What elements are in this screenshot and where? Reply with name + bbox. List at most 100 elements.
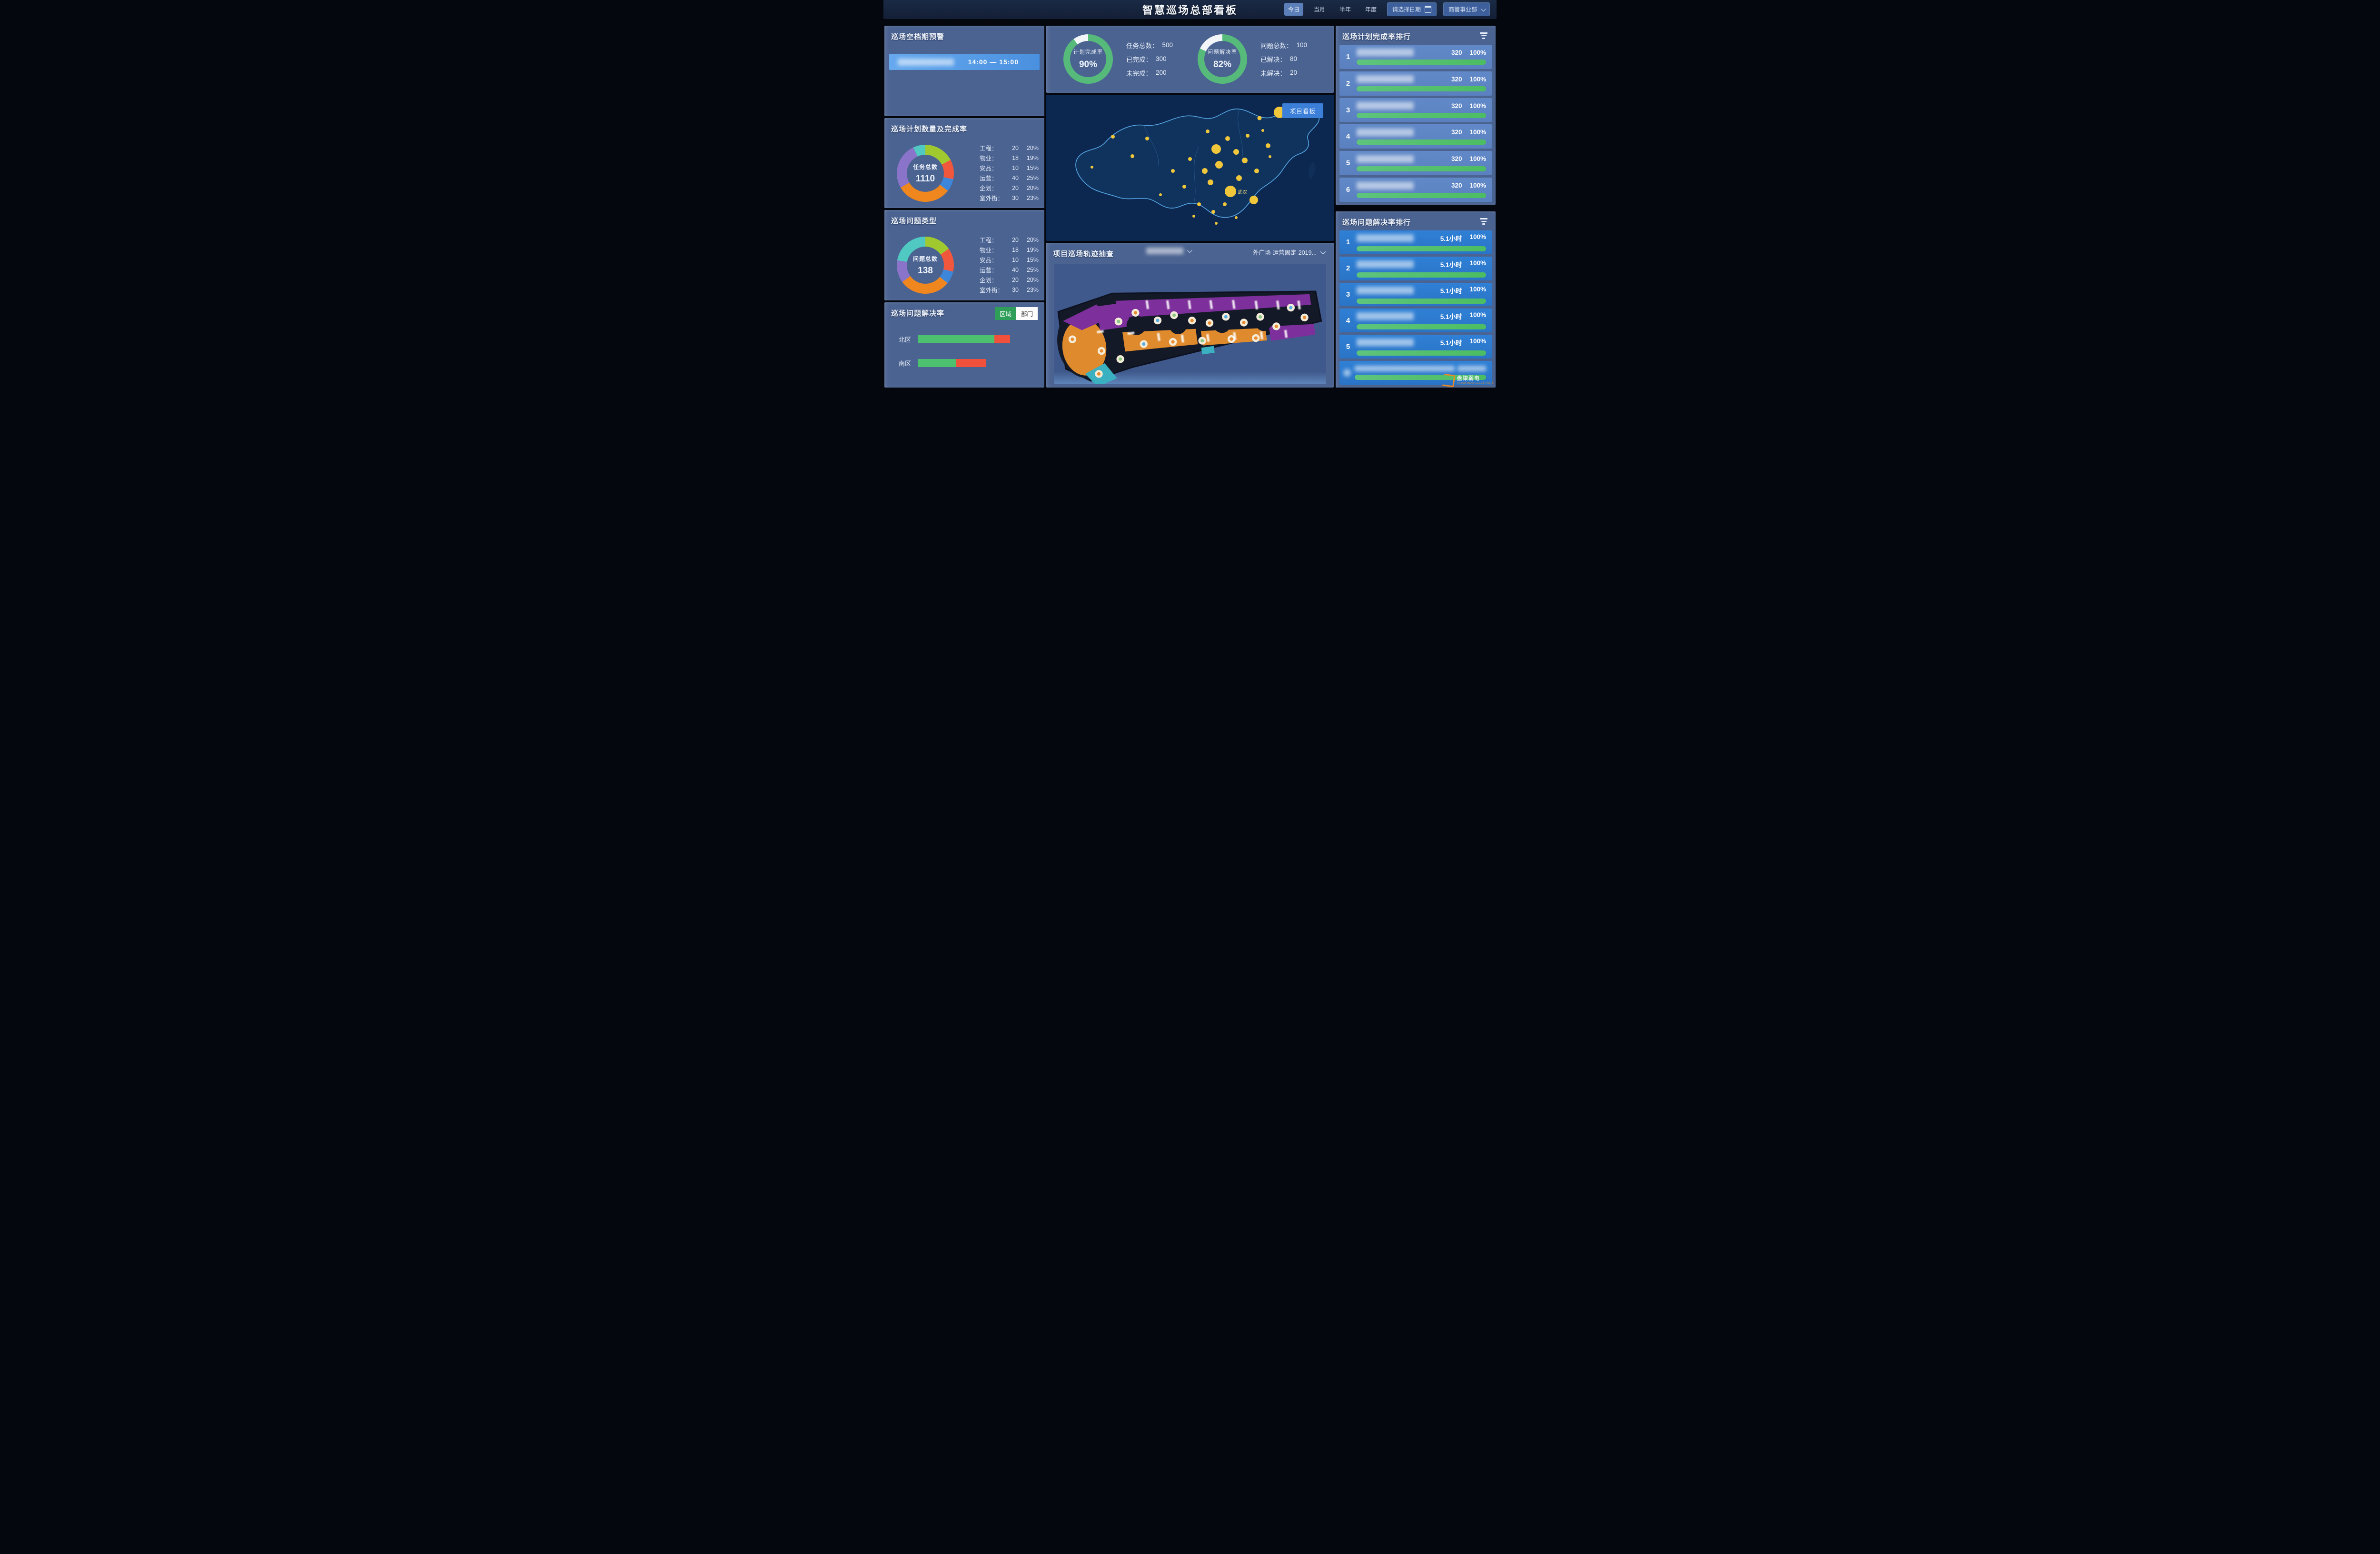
issue-ranking-list: 1 5.1小时100% 2 5.1小时100% 3 5.1小时100% 4	[1339, 230, 1492, 385]
rank-number: 1	[1343, 238, 1353, 246]
issue-stats: 问题总数：100 已解决：80 未解决：20	[1260, 38, 1332, 80]
panel-title: 巡场计划完成率排行	[1336, 26, 1496, 41]
bar-unresolved-segment	[994, 335, 1010, 343]
stat-line: 已解决：80	[1260, 52, 1332, 66]
progress-bar	[1357, 86, 1486, 91]
ranking-row[interactable]: 2 320100%	[1339, 71, 1492, 96]
progress-bar	[1357, 272, 1486, 278]
legend-row: 企划：2020%	[980, 275, 1039, 285]
project-kanban-button[interactable]: 项目看板	[1282, 103, 1323, 118]
blurred-project-name	[1357, 155, 1414, 163]
legend-row: 工程：2020%	[980, 235, 1039, 245]
bar-row-north: 北区	[884, 335, 1044, 344]
city-label: 武汉	[1238, 189, 1247, 195]
gap-warning-row[interactable]: 14:00 — 15:00	[889, 54, 1040, 70]
panel-gap-warning: 巡场空档期预警 14:00 — 15:00	[884, 26, 1044, 116]
ranking-row[interactable]: 4 5.1小时100%	[1339, 309, 1492, 332]
page-title: 智慧巡场总部看板	[1142, 2, 1238, 17]
legend-row: 安品：1015%	[980, 255, 1039, 265]
range-tab-today[interactable]: 今日	[1284, 3, 1303, 16]
plan-donut-legend: 工程：2020% 物业：1819% 安品：1015% 运营：4025% 企划：2…	[980, 143, 1039, 203]
blurred-project-name	[1357, 234, 1414, 242]
rank-number: 6	[1343, 186, 1353, 194]
donut-center: 问题总数 138	[907, 247, 944, 284]
watermark: 盘柒弱电 ANQQI WEAK ELECTRICITY	[1442, 374, 1494, 387]
ranking-row[interactable]: 6 320100%	[1339, 178, 1492, 202]
rank-number: 1	[1343, 53, 1353, 61]
ranking-row[interactable]: 1 5.1小时100%	[1339, 230, 1492, 254]
donut-center-label: 问题总数	[913, 255, 938, 263]
ranking-row[interactable]: 1 320100%	[1339, 45, 1492, 69]
bar-resolved-segment	[918, 359, 956, 367]
bar-resolved-segment	[918, 335, 994, 343]
blurred-row-content	[1355, 366, 1455, 371]
stat-line: 未解决：20	[1260, 66, 1332, 80]
legend-row: 室外街：3023%	[980, 193, 1039, 203]
bar-label: 南区	[884, 359, 911, 368]
blurred-project-name	[1357, 339, 1414, 346]
ranking-row[interactable]: 2 5.1小时100%	[1339, 257, 1492, 280]
watermark-logo-icon	[1441, 373, 1455, 387]
stat-line: 任务总数：500	[1126, 38, 1198, 52]
resolve-tabs: 区域 部门	[995, 307, 1038, 320]
blurred-rank-number	[1343, 369, 1351, 377]
stat-line: 已完成：300	[1126, 52, 1198, 66]
top-bar: 智慧巡场总部看板 今日 当月 半年 年度 请选择日期 商管事业部	[883, 0, 1497, 19]
legend-row: 安品：1015%	[980, 163, 1039, 173]
rank-number: 2	[1343, 264, 1353, 272]
date-picker-placeholder: 请选择日期	[1392, 5, 1421, 13]
ranking-row[interactable]: 3 5.1小时100%	[1339, 283, 1492, 307]
donut-center-value: 1110	[916, 174, 935, 184]
rank-number: 4	[1343, 132, 1353, 140]
date-picker[interactable]: 请选择日期	[1387, 2, 1437, 16]
tab-region[interactable]: 区域	[995, 307, 1016, 320]
gauge-label: 问题解决率	[1208, 48, 1238, 56]
panel-title: 巡场问题解决率排行	[1336, 211, 1496, 227]
range-tab-year[interactable]: 年度	[1361, 3, 1380, 16]
progress-bar	[1357, 139, 1486, 145]
blurred-project-name	[1357, 49, 1414, 56]
stat-line: 问题总数：100	[1260, 38, 1332, 52]
gauge-center: 计划完成率 90%	[1070, 41, 1106, 77]
range-tab-month[interactable]: 当月	[1310, 3, 1329, 16]
range-tab-halfyear[interactable]: 半年	[1336, 3, 1355, 16]
ranking-row[interactable]: 5 320100%	[1339, 151, 1492, 175]
progress-bar	[1357, 299, 1486, 304]
gauge-percent: 90%	[1079, 60, 1097, 70]
department-select-value: 商管事业部	[1448, 5, 1477, 13]
ranking-row[interactable]: 4 320100%	[1339, 124, 1492, 149]
project-select[interactable]	[1146, 248, 1191, 254]
ranking-row[interactable]: 5 5.1小时100%	[1339, 335, 1492, 359]
plan-select[interactable]: 外广场-运营固定-2019...	[1253, 248, 1324, 257]
blurred-project-name	[1357, 75, 1414, 83]
panel-plan-donut: 巡场计划数量及完成率 任务总数 1110 工程：2020% 物业：1819% 安…	[884, 118, 1044, 208]
calendar-icon	[1425, 6, 1431, 13]
progress-bar	[1357, 166, 1486, 171]
bar-label: 北区	[884, 335, 911, 344]
plan-completion-gauge: 计划完成率 90%	[1063, 34, 1113, 84]
legend-row: 物业：1819%	[980, 245, 1039, 255]
gap-time-range: 14:00 — 15:00	[968, 58, 1019, 66]
progress-bar	[1357, 60, 1486, 65]
gauge-percent: 82%	[1213, 60, 1231, 70]
ranking-row[interactable]: 3 320100%	[1339, 98, 1492, 122]
blurred-row-content	[1458, 366, 1486, 371]
blurred-project-name	[1357, 287, 1414, 294]
issue-donut-legend: 工程：2020% 物业：1819% 安品：1015% 运营：4025% 企划：2…	[980, 235, 1039, 295]
progress-bar	[1357, 113, 1486, 118]
filter-icon[interactable]	[1479, 32, 1488, 39]
donut-center-label: 任务总数	[913, 163, 938, 171]
plan-ranking-list: 1 320100% 2 320100% 3 320100% 4	[1339, 45, 1492, 202]
filter-icon[interactable]	[1479, 218, 1488, 225]
blurred-project-name	[1357, 129, 1414, 136]
issue-donut-chart: 问题总数 138	[897, 237, 954, 294]
panel-resolve-rate: 巡场问题解决率 区域 部门 北区 南区	[884, 302, 1044, 388]
blurred-project-select-value	[1146, 248, 1183, 254]
plan-select-value: 外广场-运营固定-2019...	[1253, 248, 1317, 257]
stacked-bar	[918, 335, 1021, 343]
blurred-project-name	[1357, 260, 1414, 268]
tab-department[interactable]: 部门	[1016, 307, 1038, 320]
watermark-caption: ANQQI WEAK ELECTRICITY	[1457, 382, 1494, 385]
department-select[interactable]: 商管事业部	[1443, 2, 1490, 16]
legend-row: 室外街：3023%	[980, 285, 1039, 295]
